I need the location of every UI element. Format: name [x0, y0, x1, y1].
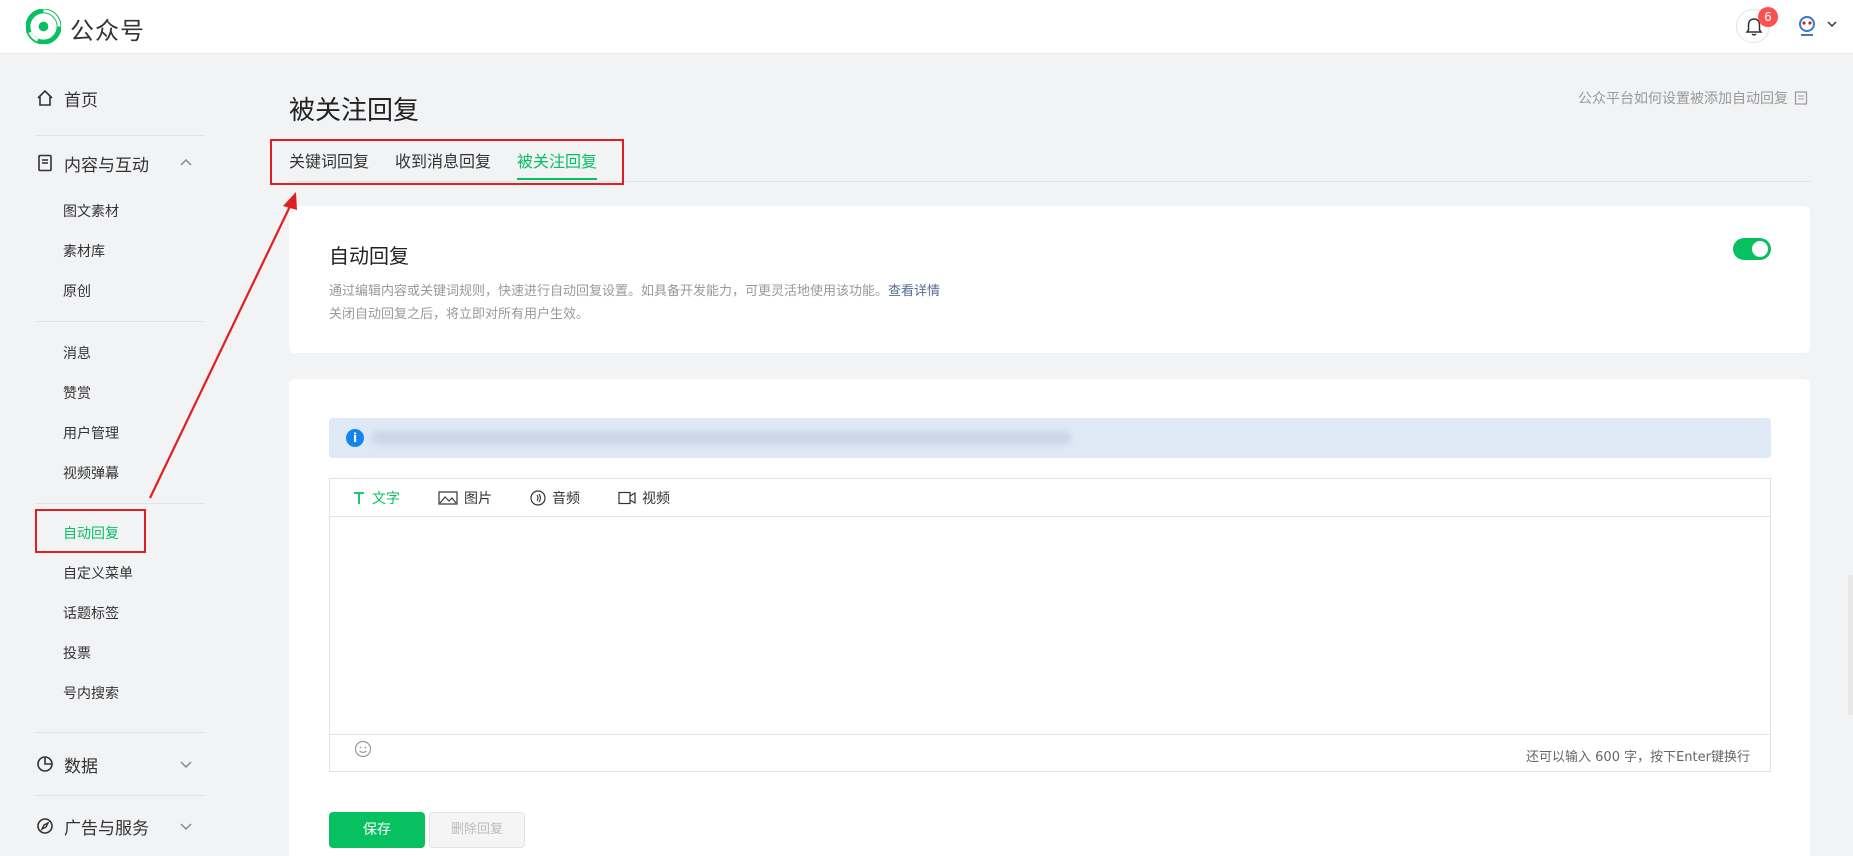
chevron-down-icon[interactable]	[178, 756, 194, 772]
sidebar-item-news-material[interactable]: 图文素材	[63, 201, 119, 223]
tool-audio[interactable]: 音频	[530, 488, 580, 508]
reply-editor-card: i 文字 图片 音频 视频 还可以输入 600 字，按下Enter键换行 保存 …	[289, 379, 1810, 856]
chevron-down-icon[interactable]	[178, 818, 194, 834]
pie-chart-icon	[36, 755, 54, 773]
sidebar-item-custom-menu[interactable]: 自定义菜单	[63, 563, 133, 585]
sidebar-group-content[interactable]: 内容与互动	[36, 148, 149, 178]
tool-label: 视频	[642, 490, 670, 507]
sidebar-group-ads[interactable]: 广告与服务	[36, 811, 149, 841]
tool-image[interactable]: 图片	[438, 488, 492, 508]
sidebar-item-original[interactable]: 原创	[63, 281, 91, 303]
sidebar-item-topic-tags[interactable]: 话题标签	[63, 603, 119, 625]
top-bar: 公众号 6	[0, 0, 1853, 54]
video-icon	[618, 491, 636, 504]
image-icon	[438, 490, 458, 505]
tool-label: 图片	[464, 490, 492, 507]
auto-reply-toggle[interactable]	[1733, 238, 1771, 260]
redacted-text	[371, 431, 1071, 445]
chevron-down-icon[interactable]	[1826, 18, 1838, 30]
wechat-logo-icon[interactable]	[26, 9, 61, 44]
char-counter: 还可以输入 600 字，按下Enter键换行	[1526, 750, 1750, 765]
card-heading: 自动回复	[329, 244, 409, 268]
text-icon	[354, 491, 364, 504]
document-icon	[36, 154, 54, 172]
sidebar-item-user-management[interactable]: 用户管理	[63, 423, 119, 445]
page-title: 被关注回复	[289, 96, 420, 126]
annotation-box-auto-reply	[35, 509, 146, 553]
info-icon: i	[346, 429, 364, 447]
side-scroll-tab[interactable]	[1848, 575, 1853, 715]
sidebar-item-material-library[interactable]: 素材库	[63, 241, 105, 263]
sidebar-item-in-account-search[interactable]: 号内搜索	[63, 683, 119, 705]
sidebar-item-messages[interactable]: 消息	[63, 343, 91, 365]
reply-text-area[interactable]	[330, 518, 1770, 734]
sidebar-item-label: 内容与互动	[64, 155, 149, 176]
editor-toolbar: 文字 图片 音频 视频	[330, 479, 1770, 517]
tool-video[interactable]: 视频	[618, 488, 670, 508]
sidebar-item-vote[interactable]: 投票	[63, 643, 91, 665]
tool-label: 文字	[372, 490, 400, 507]
divider	[36, 321, 204, 322]
help-link-label: 公众平台如何设置被添加自动回复	[1578, 91, 1788, 107]
toggle-knob	[1752, 241, 1768, 257]
help-link[interactable]: 公众平台如何设置被添加自动回复	[1578, 88, 1808, 108]
reply-editor: 文字 图片 音频 视频 还可以输入 600 字，按下Enter键换行	[329, 478, 1771, 772]
sidebar-item-label: 首页	[64, 90, 98, 111]
compass-icon	[36, 817, 54, 835]
description-text: 通过编辑内容或关键词规则，快速进行自动回复设置。如具备开发能力，可更灵活地使用该…	[329, 284, 889, 299]
sidebar-item-video-danmaku[interactable]: 视频弹幕	[63, 463, 119, 485]
brand-name: 公众号	[70, 17, 145, 45]
details-link[interactable]: 查看详情	[888, 284, 940, 299]
sidebar-item-home[interactable]: 首页	[36, 83, 98, 113]
divider	[36, 795, 204, 796]
audio-icon	[530, 489, 546, 506]
chevron-up-icon[interactable]	[178, 155, 194, 171]
card-note: 关闭自动回复之后，将立即对所有用户生效。	[329, 307, 590, 322]
info-notice: i	[329, 418, 1771, 458]
divider	[36, 503, 204, 504]
sidebar: 首页 内容与互动 图文素材 素材库 原创 消息 赞赏 用户管理 视频弹幕 自动回…	[0, 55, 215, 856]
home-icon	[36, 89, 54, 107]
save-button[interactable]: 保存	[329, 812, 425, 848]
emoji-icon[interactable]	[354, 740, 372, 758]
divider	[36, 732, 204, 733]
editor-footer: 还可以输入 600 字，按下Enter键换行	[330, 734, 1770, 772]
tool-label: 音频	[552, 490, 580, 507]
sidebar-item-label: 数据	[64, 756, 98, 777]
avatar[interactable]	[1794, 13, 1820, 39]
auto-reply-card: 自动回复 通过编辑内容或关键词规则，快速进行自动回复设置。如具备开发能力，可更灵…	[289, 206, 1810, 353]
delete-reply-button[interactable]: 删除回复	[429, 812, 525, 848]
tool-text[interactable]: 文字	[352, 488, 400, 508]
notification-badge: 6	[1758, 7, 1778, 27]
card-description: 通过编辑内容或关键词规则，快速进行自动回复设置。如具备开发能力，可更灵活地使用该…	[329, 280, 940, 299]
sidebar-item-label: 广告与服务	[64, 818, 149, 839]
divider	[36, 135, 204, 136]
sidebar-item-appreciation[interactable]: 赞赏	[63, 383, 91, 405]
annotation-box-tabs	[270, 139, 624, 185]
sidebar-group-data[interactable]: 数据	[36, 749, 98, 779]
document-icon	[1794, 91, 1808, 105]
